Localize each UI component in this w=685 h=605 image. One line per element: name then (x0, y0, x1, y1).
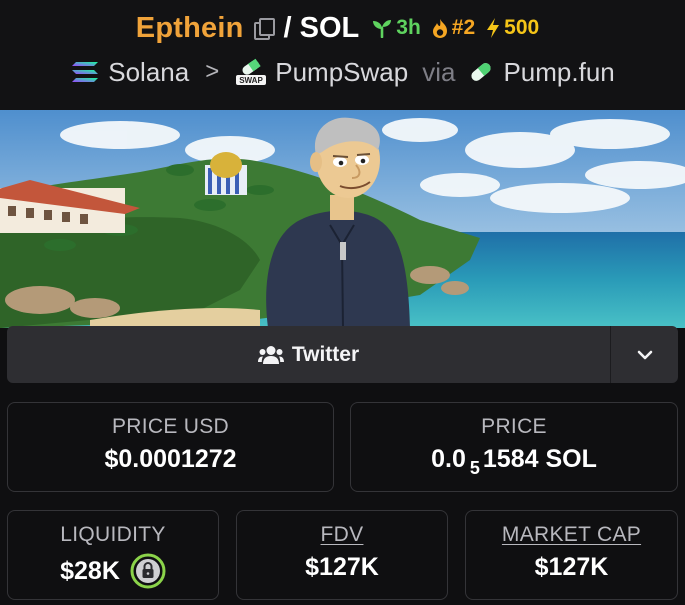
fdv-label[interactable]: FDV (237, 523, 447, 547)
price-native-label: PRICE (481, 415, 547, 438)
title-row: Epthein / SOL 3h #2 500 (0, 9, 685, 47)
route-breadcrumb: Solana > SWAP PumpSwap via Pump.fun (0, 54, 685, 90)
dex-link[interactable]: PumpSwap (275, 57, 408, 88)
quote-pair: / SOL (283, 11, 360, 44)
flame-icon (432, 18, 447, 38)
liquidity-value: $28K (8, 553, 218, 589)
pumpswap-icon: SWAP (235, 58, 267, 86)
market-cap-card: MARKET CAP $127K (465, 510, 678, 600)
market-cap-value: $127K (534, 553, 609, 581)
lightning-icon (487, 18, 500, 38)
price-rest: 1584 SOL (482, 445, 597, 473)
price-native-card: PRICE 0.0 5 1584 SOL (350, 402, 678, 492)
launchpad-link[interactable]: Pump.fun (503, 57, 614, 88)
liquidity-label: LIQUIDITY (60, 523, 166, 546)
socials-bar: Twitter (7, 326, 678, 383)
price-usd-value: $0.0001272 (104, 445, 237, 473)
rank-value: #2 (451, 16, 476, 39)
users-icon (257, 345, 284, 364)
breadcrumb-separator: > (205, 58, 220, 85)
price-usd-label: PRICE USD (111, 415, 230, 438)
pill-icon (467, 60, 495, 84)
price-zero-count: 5 (469, 458, 480, 478)
trending-rank-badge[interactable]: #2 (431, 16, 475, 40)
price-prefix: 0.0 (431, 445, 466, 473)
seedling-icon (373, 20, 392, 38)
boost-badge[interactable]: 500 (485, 16, 539, 40)
pair-header: Epthein / SOL 3h #2 500 Solana > SWAP Pu… (0, 0, 685, 110)
age-value: 3h (396, 16, 421, 39)
token-name[interactable]: Epthein (136, 12, 244, 45)
chevron-down-icon (637, 350, 652, 359)
lock-icon[interactable] (130, 553, 166, 589)
price-usd-card: PRICE USD $0.0001272 (7, 402, 334, 492)
boost-value: 500 (504, 16, 540, 39)
fdv-card: FDV $127K (236, 510, 448, 600)
via-text: via (422, 56, 456, 87)
chain-link[interactable]: Solana (108, 57, 189, 88)
socials-dropdown-toggle[interactable] (611, 326, 678, 383)
liquidity-card: LIQUIDITY $28K (7, 510, 219, 600)
copy-icon[interactable] (252, 17, 275, 40)
token-banner-image (0, 110, 685, 328)
twitter-button[interactable]: Twitter (7, 326, 611, 383)
pumpswap-badge-text: SWAP (239, 76, 263, 85)
solana-icon (70, 60, 100, 84)
twitter-label: Twitter (291, 342, 360, 366)
price-native-value: 0.0 5 1584 SOL (351, 445, 677, 478)
market-cap-label[interactable]: MARKET CAP (466, 523, 677, 547)
fdv-value: $127K (305, 553, 379, 581)
age-badge: 3h (371, 16, 421, 40)
